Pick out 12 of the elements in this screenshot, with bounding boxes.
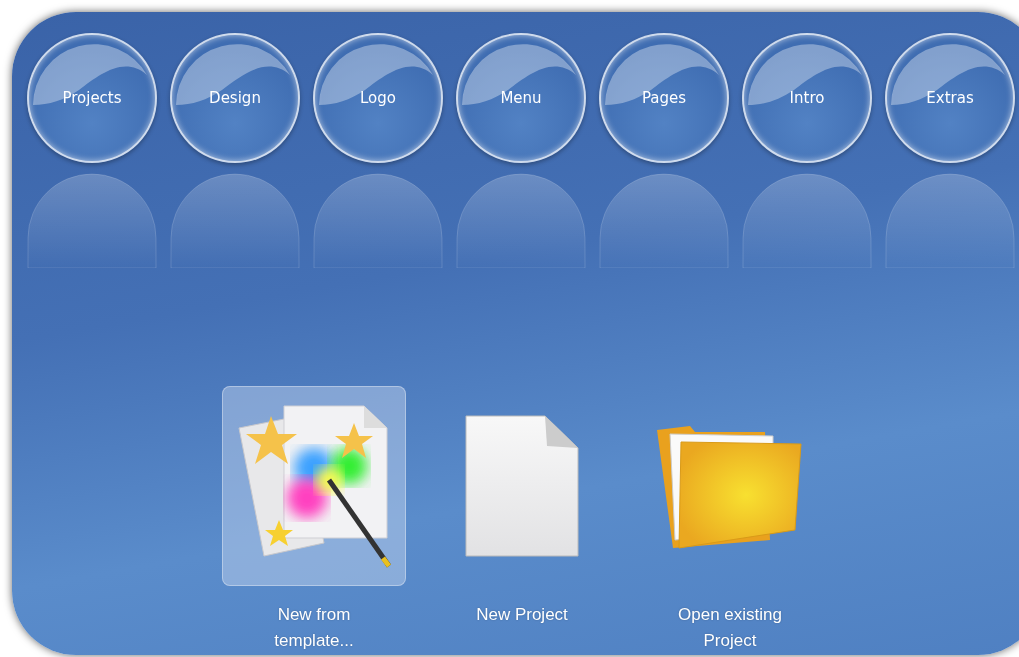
nav-bubble-button[interactable]: Projects — [27, 33, 157, 163]
nav-bubble-button[interactable]: Design — [170, 33, 300, 163]
action-label: New Project — [476, 604, 568, 626]
nav-bubble-button[interactable]: Extras — [885, 33, 1015, 163]
action-tile[interactable] — [222, 386, 406, 586]
nav-bubble-button[interactable]: Menu — [456, 33, 586, 163]
blank-document-icon — [465, 415, 579, 557]
action-label: Open existing Project — [678, 604, 782, 652]
nav-bubble-button[interactable]: Logo — [313, 33, 443, 163]
nav-bubble-button[interactable]: Pages — [599, 33, 729, 163]
action-label: New from template... — [274, 604, 354, 652]
nav-bubble-button[interactable]: Intro — [742, 33, 872, 163]
